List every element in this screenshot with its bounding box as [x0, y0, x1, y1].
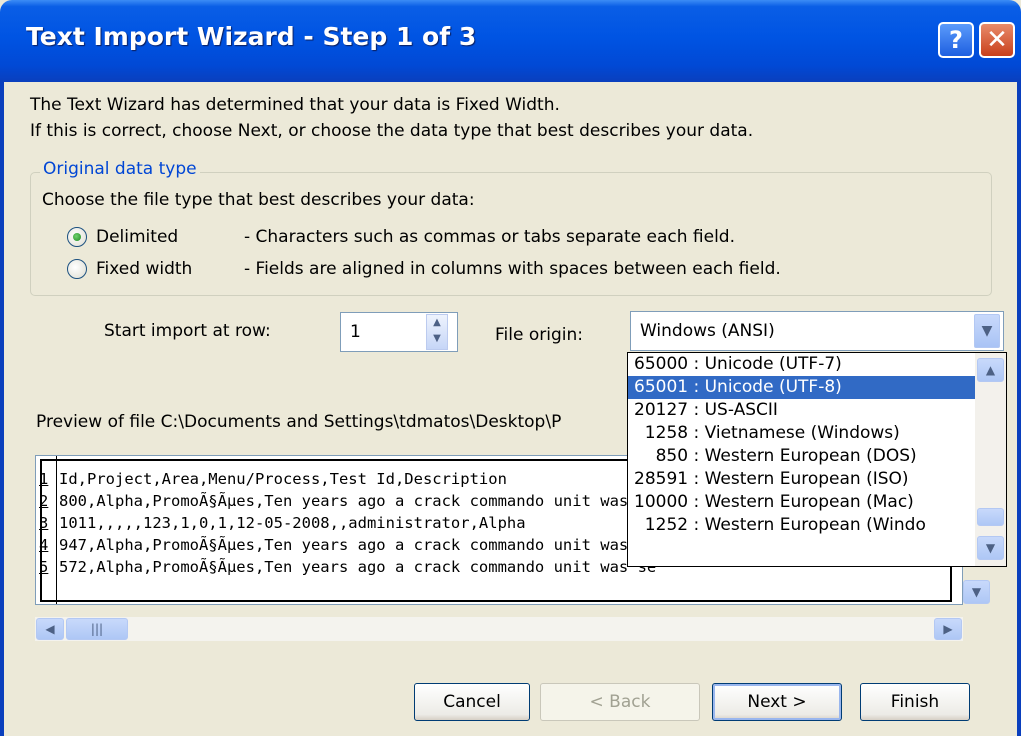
window-title: Text Import Wizard - Step 1 of 3 — [26, 22, 477, 51]
intro-line-1: The Text Wizard has determined that your… — [30, 95, 560, 115]
close-button[interactable]: ✕ — [979, 22, 1015, 58]
finish-button[interactable]: Finish — [860, 683, 970, 721]
spin-down-icon[interactable]: ▼ — [427, 331, 447, 347]
dropdown-option-selected[interactable]: 65001 : Unicode (UTF-8) — [628, 376, 1006, 399]
fixed-width-radio[interactable] — [67, 259, 87, 279]
back-button[interactable]: < Back — [540, 683, 700, 721]
fixed-width-label[interactable]: Fixed width — [96, 259, 192, 279]
preview-row: 1 Id,Project,Area,Menu/Process,Test Id,De… — [39, 470, 507, 488]
scroll-down-icon[interactable]: ▼ — [977, 536, 1004, 560]
dropdown-option[interactable]: 1252 : Western European (Windo — [628, 514, 1006, 537]
preview-row: 5 572,Alpha,PromoÃ§Ãµes,Ten years ago a c… — [39, 558, 657, 576]
scroll-right-icon[interactable]: ▶ — [934, 618, 962, 640]
preview-horizontal-scrollbar[interactable]: ◀ ||| ▶ — [35, 617, 963, 641]
dropdown-option[interactable]: 1258 : Vietnamese (Windows) — [628, 422, 1006, 445]
preview-row: 3 1011,,,,,123,1,0,1,12-05-2008,,administ… — [39, 514, 526, 532]
start-row-spinner[interactable]: ▲ ▼ — [426, 314, 448, 350]
delimited-radio[interactable] — [67, 227, 87, 247]
scroll-left-icon[interactable]: ◀ — [36, 618, 64, 640]
next-button[interactable]: Next > — [712, 683, 842, 721]
dropdown-scrollbar[interactable]: ▲ ▼ — [975, 353, 1006, 566]
spin-up-icon[interactable]: ▲ — [427, 315, 447, 331]
cancel-button[interactable]: Cancel — [414, 683, 530, 721]
help-button[interactable]: ? — [938, 22, 974, 58]
file-origin-select[interactable]: Windows (ANSI) ▼ — [630, 311, 1004, 351]
preview-row: 4 947,Alpha,PromoÃ§Ãµes,Ten years ago a c… — [39, 536, 657, 554]
preview-label: Preview of file C:\Documents and Setting… — [36, 412, 562, 432]
start-row-field[interactable]: 1 ▲ ▼ — [340, 312, 458, 352]
dropdown-option[interactable]: 10000 : Western European (Mac) — [628, 491, 1006, 514]
preview-row: 2 800,Alpha,PromoÃ§Ãµes,Ten years ago a c… — [39, 492, 657, 510]
intro-line-2: If this is correct, choose Next, or choo… — [30, 121, 754, 141]
file-origin-value: Windows (ANSI) — [640, 321, 775, 341]
file-origin-dropdown-list[interactable]: 65000 : Unicode (UTF-7) 65001 : Unicode … — [627, 352, 1007, 567]
group-legend: Original data type — [40, 159, 200, 179]
dropdown-option[interactable]: 28591 : Western European (ISO) — [628, 468, 1006, 491]
dropdown-option[interactable]: 65000 : Unicode (UTF-7) — [628, 353, 1006, 376]
row-number-divider — [56, 456, 57, 604]
file-origin-label: File origin: — [495, 325, 583, 345]
start-row-label: Start import at row: — [104, 321, 271, 341]
preview-scroll-down-icon[interactable]: ▼ — [963, 580, 990, 604]
delimited-description: - Characters such as commas or tabs sepa… — [244, 227, 735, 247]
dropdown-option[interactable]: 850 : Western European (DOS) — [628, 445, 1006, 468]
delimited-label[interactable]: Delimited — [96, 227, 178, 247]
file-type-prompt: Choose the file type that best describes… — [42, 190, 475, 210]
dropdown-option[interactable]: 20127 : US-ASCII — [628, 399, 1006, 422]
scroll-thumb[interactable] — [977, 508, 1004, 526]
radio-selected-dot — [73, 233, 81, 241]
chevron-down-icon[interactable]: ▼ — [974, 314, 1000, 348]
start-row-value: 1 — [350, 322, 361, 342]
fixed-width-description: - Fields are aligned in columns with spa… — [244, 259, 781, 279]
scroll-thumb[interactable]: ||| — [66, 618, 128, 640]
scroll-up-icon[interactable]: ▲ — [977, 358, 1004, 382]
